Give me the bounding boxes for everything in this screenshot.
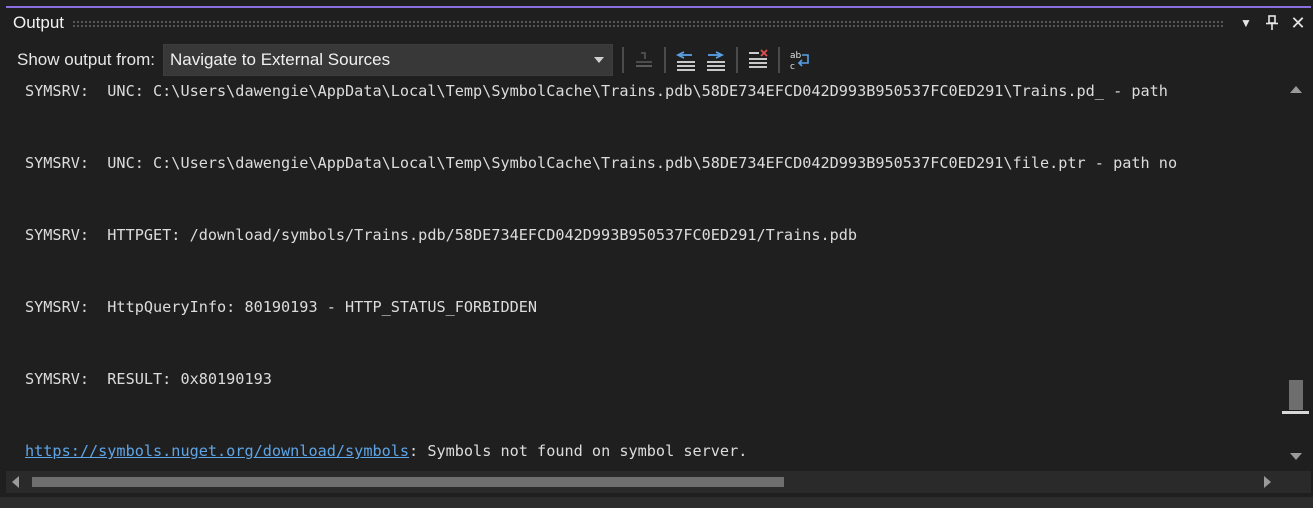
title-bar[interactable]: Output ▼ ✕ [6, 8, 1311, 38]
horizontal-scrollbar[interactable] [6, 471, 1281, 493]
output-line: SYMSRV: HTTPGET: /download/symbols/Train… [25, 226, 858, 244]
drag-grip[interactable] [72, 19, 1223, 27]
scroll-up-arrow-icon[interactable] [1290, 86, 1302, 93]
vertical-scrollbar[interactable] [1281, 80, 1311, 470]
clear-all-button[interactable] [743, 45, 773, 75]
window-bottom-edge [0, 497, 1313, 508]
horizontal-scroll-thumb[interactable] [32, 477, 784, 487]
toolbar-separator [735, 47, 738, 73]
scroll-right-arrow-icon[interactable] [1264, 476, 1271, 488]
chevron-down-icon [593, 57, 604, 63]
toolbar-separator [621, 47, 624, 73]
toolbar-separator [777, 47, 780, 73]
previous-message-button[interactable] [671, 45, 701, 75]
symbol-server-link[interactable]: https://symbols.nuget.org/download/symbo… [25, 442, 409, 460]
toolbar: Show output from: Navigate to External S… [6, 42, 1311, 78]
pin-icon[interactable] [1259, 10, 1285, 36]
output-line: SYMSRV: RESULT: 0x80190193 [25, 370, 272, 388]
next-message-icon [706, 51, 725, 71]
output-line-last: https://symbols.nuget.org/download/symbo… [25, 442, 747, 460]
clear-all-icon [748, 49, 768, 68]
find-message-icon [635, 52, 652, 67]
next-message-button[interactable] [701, 45, 731, 75]
symbol-server-message: : Symbols not found on symbol server. [409, 442, 748, 460]
svg-text:ab: ab [790, 51, 802, 61]
output-line: SYMSRV: UNC: C:\Users\dawengie\AppData\L… [25, 82, 1168, 100]
window-menu-dropdown-icon[interactable]: ▼ [1233, 10, 1259, 36]
output-line: SYMSRV: HttpQueryInfo: 80190193 - HTTP_S… [25, 298, 538, 316]
scrollbar-corner [1281, 471, 1311, 493]
pin-glyph-icon [1266, 15, 1278, 30]
show-output-from-label: Show output from: [17, 50, 155, 69]
output-line: SYMSRV: UNC: C:\Users\dawengie\AppData\L… [25, 154, 1178, 172]
vertical-scroll-thumb[interactable] [1289, 380, 1303, 410]
close-icon[interactable]: ✕ [1285, 10, 1311, 36]
toolbar-separator [663, 47, 666, 73]
caret-position-marker [1282, 411, 1309, 414]
output-source-value: Navigate to External Sources [169, 50, 391, 69]
scroll-left-arrow-icon[interactable] [12, 476, 19, 488]
output-text-area[interactable]: SYMSRV: UNC: C:\Users\dawengie\AppData\L… [6, 80, 1281, 470]
svg-text:c: c [790, 62, 795, 71]
previous-message-icon [675, 51, 695, 71]
window-title: Output [13, 13, 65, 32]
output-source-select[interactable]: Navigate to External Sources [162, 44, 613, 76]
output-window: Output ▼ ✕ Show output from: Navigate to… [0, 0, 1313, 508]
scroll-down-arrow-icon[interactable] [1290, 453, 1302, 460]
toggle-word-wrap-icon: ab c [790, 51, 809, 71]
find-message-button[interactable] [629, 45, 659, 75]
toggle-word-wrap-button[interactable]: ab c [785, 45, 815, 75]
